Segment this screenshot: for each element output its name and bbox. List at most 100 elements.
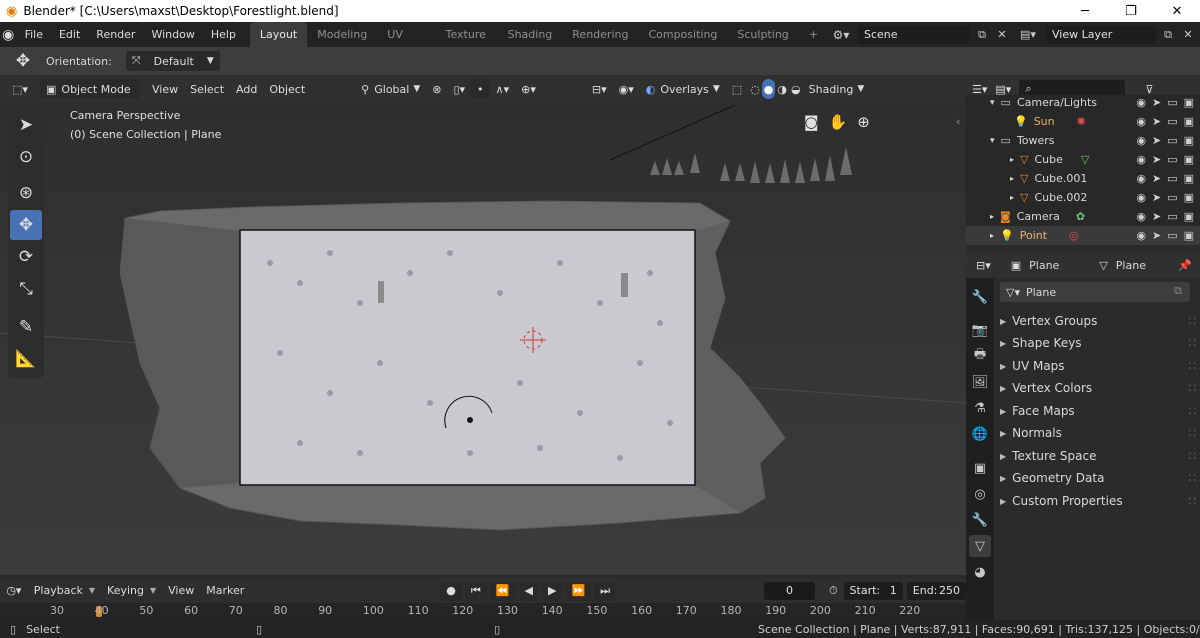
scene-icon[interactable]: ⚙▾ xyxy=(828,28,854,42)
object-tab-icon[interactable]: ▣ xyxy=(969,457,991,479)
render-icon[interactable]: ▣ xyxy=(1184,115,1194,128)
minimize-button[interactable]: ─ xyxy=(1062,0,1108,22)
select-arrow-icon[interactable]: ➤ xyxy=(1152,134,1161,147)
modifiers-tab-icon[interactable]: ◎ xyxy=(969,483,991,505)
viewport-icon[interactable]: ▭ xyxy=(1167,96,1177,109)
measure-tool-icon[interactable]: 📐 xyxy=(10,344,42,374)
mesh-data-tab-icon[interactable]: ▽ xyxy=(969,535,991,557)
drag-handle-icon[interactable]: ∷ xyxy=(1188,471,1196,485)
mode-dropdown[interactable]: ▣ Object Mode xyxy=(40,79,140,99)
panel-vertex-groups[interactable]: ▶ Vertex Groups ∷ xyxy=(1000,310,1196,332)
mesh-datablock-selector[interactable]: ▽▾ Plane xyxy=(1000,282,1190,302)
overlays-button[interactable]: ◐ Overlays ▼ xyxy=(640,79,726,99)
outliner-item-cube[interactable]: ▸ ▽ Cube ▽ ◉ ➤ ▭ ▣ xyxy=(966,150,1200,169)
render-icon[interactable]: ▣ xyxy=(1184,172,1194,185)
view-layer-selector[interactable]: View Layer xyxy=(1046,25,1156,44)
drag-handle-icon[interactable]: ∷ xyxy=(1188,359,1196,373)
play-icon[interactable]: ▶ xyxy=(541,580,563,601)
rotate-tool-icon[interactable]: ⟳ xyxy=(10,242,42,272)
start-frame-field[interactable]: Start: 1 xyxy=(843,581,903,600)
visibility-icon[interactable]: ◉▾ xyxy=(613,79,640,99)
viewport-icon[interactable]: ▭ xyxy=(1167,229,1177,242)
fake-user-icon[interactable]: ⧉ xyxy=(1174,284,1182,298)
menu-window[interactable]: Window xyxy=(143,28,202,41)
drag-handle-icon[interactable]: ∷ xyxy=(1188,336,1196,350)
world-tab-icon[interactable]: 🌐 xyxy=(969,423,991,445)
scene-tab-icon[interactable]: ⚗ xyxy=(969,397,991,419)
current-frame-field[interactable]: 0 xyxy=(764,581,815,600)
panel-geometry-data[interactable]: ▶ Geometry Data ∷ xyxy=(1000,467,1196,489)
outliner-item-camera[interactable]: ▸ ◙ Camera ✿ ◉ ➤ ▭ ▣ xyxy=(966,207,1200,226)
wireframe-shading-icon[interactable]: ◌ xyxy=(748,79,762,99)
select-arrow-icon[interactable]: ➤ xyxy=(1152,229,1161,242)
menu-help[interactable]: Help xyxy=(203,28,244,41)
orientation-dropdown[interactable]: ⤧ Default ▼ xyxy=(125,51,220,71)
menu-view[interactable]: View xyxy=(162,581,200,601)
viewport-icon[interactable]: ▭ xyxy=(1167,191,1177,204)
viewport-icon[interactable]: ▭ xyxy=(1167,153,1177,166)
eye-icon[interactable]: ◉ xyxy=(1136,191,1146,204)
camera-view-icon[interactable]: ◙ xyxy=(804,113,819,131)
viewport-icon[interactable]: ▭ xyxy=(1167,115,1177,128)
panel-normals[interactable]: ▶ Normals ∷ xyxy=(1000,422,1196,444)
render-icon[interactable]: ▣ xyxy=(1184,96,1194,109)
eye-icon[interactable]: ◉ xyxy=(1136,210,1146,223)
zoom-icon[interactable]: ⊕ xyxy=(857,113,870,131)
render-icon[interactable]: ▣ xyxy=(1184,229,1194,242)
falloff-icon[interactable]: ∧▾ xyxy=(490,79,516,99)
panel-custom-properties[interactable]: ▶ Custom Properties ∷ xyxy=(1000,490,1196,512)
select-arrow-icon[interactable]: ➤ xyxy=(1152,210,1161,223)
viewport-icon[interactable]: ▭ xyxy=(1167,210,1177,223)
select-cursor-icon[interactable]: ➤ xyxy=(10,110,42,140)
delete-scene-icon[interactable]: ✕ xyxy=(994,28,1010,41)
snap-icon[interactable]: ▯▾ xyxy=(447,79,471,99)
eye-icon[interactable]: ◉ xyxy=(1136,115,1146,128)
gizmo-icon[interactable]: ⊕▾ xyxy=(515,79,542,99)
menu-add[interactable]: Add xyxy=(230,79,263,99)
jump-end-icon[interactable]: ⏭ xyxy=(594,580,617,601)
filter-icon[interactable]: ⊽ xyxy=(1145,83,1153,96)
timeline-ruler[interactable]: 30 40 50 60 70 80 90 100 110 120 130 140 150 160 170 18… xyxy=(0,603,966,620)
delete-view-layer-icon[interactable]: ✕ xyxy=(1180,28,1196,41)
drag-handle-icon[interactable]: ∷ xyxy=(1188,494,1196,508)
3d-viewport[interactable]: Camera Perspective (0) Scene Collection … xyxy=(0,103,966,575)
annotate-tool-icon[interactable]: ✎ xyxy=(10,312,42,342)
scale-tool-icon[interactable]: ⤡ xyxy=(10,274,42,304)
tool-settings-tab-icon[interactable]: 🔧 xyxy=(969,286,991,308)
menu-render[interactable]: Render xyxy=(88,28,143,41)
menu-select[interactable]: Select xyxy=(184,79,230,99)
pivot-icon[interactable]: ⊗ xyxy=(426,79,447,99)
rotate-view-icon[interactable]: ⊛ xyxy=(10,178,42,208)
drag-handle-icon[interactable]: ∷ xyxy=(1188,314,1196,328)
render-icon[interactable]: ▣ xyxy=(1184,153,1194,166)
select-arrow-icon[interactable]: ➤ xyxy=(1152,115,1161,128)
tab-uv-editing[interactable]: UV Editing xyxy=(377,22,435,66)
jump-start-icon[interactable]: ⏮ xyxy=(464,580,487,601)
menu-keying[interactable]: Keying xyxy=(101,581,150,601)
menu-view[interactable]: View xyxy=(146,79,184,99)
outliner-item-towers[interactable]: ▾ ▭ Towers ◉ ➤ ▭ ▣ xyxy=(966,131,1200,150)
add-workspace-button[interactable]: + xyxy=(799,22,828,47)
xray-icon[interactable]: ⬚ xyxy=(726,79,748,99)
play-reverse-icon[interactable]: ◀ xyxy=(518,580,539,601)
scene-selector[interactable]: Scene xyxy=(858,25,970,44)
viewport-icon[interactable]: ▭ xyxy=(1167,134,1177,147)
tab-rendering[interactable]: Rendering xyxy=(562,22,638,47)
outliner-item-cube-001[interactable]: ▸ ▽ Cube.001 ◉ ➤ ▭ ▣ xyxy=(966,169,1200,188)
cursor-tool-icon[interactable]: ⊙ xyxy=(10,142,42,172)
outliner-item-point[interactable]: ▸ 💡 Point ◎ ◉ ➤ ▭ ▣ xyxy=(966,226,1200,245)
render-tab-icon[interactable]: 📷 xyxy=(969,319,991,341)
particles-tab-icon[interactable]: 🔧 xyxy=(969,509,991,531)
stopwatch-icon[interactable]: ⏱ xyxy=(829,584,838,598)
next-keyframe-icon[interactable]: ⏩ xyxy=(565,580,592,601)
panel-shape-keys[interactable]: ▶ Shape Keys ∷ xyxy=(1000,332,1196,354)
output-tab-icon[interactable]: 🖶 xyxy=(969,345,991,367)
record-button-icon[interactable]: ● xyxy=(440,580,462,601)
outliner-editor-icon[interactable]: ☰▾ xyxy=(972,83,987,96)
sidebar-toggle-icon[interactable]: ‹ xyxy=(956,115,960,128)
menu-playback[interactable]: Playback xyxy=(28,581,89,601)
menu-marker[interactable]: Marker xyxy=(200,581,250,601)
eye-icon[interactable]: ◉ xyxy=(1136,172,1146,185)
panel-uv-maps[interactable]: ▶ UV Maps ∷ xyxy=(1000,355,1196,377)
panel-vertex-colors[interactable]: ▶ Vertex Colors ∷ xyxy=(1000,377,1196,399)
